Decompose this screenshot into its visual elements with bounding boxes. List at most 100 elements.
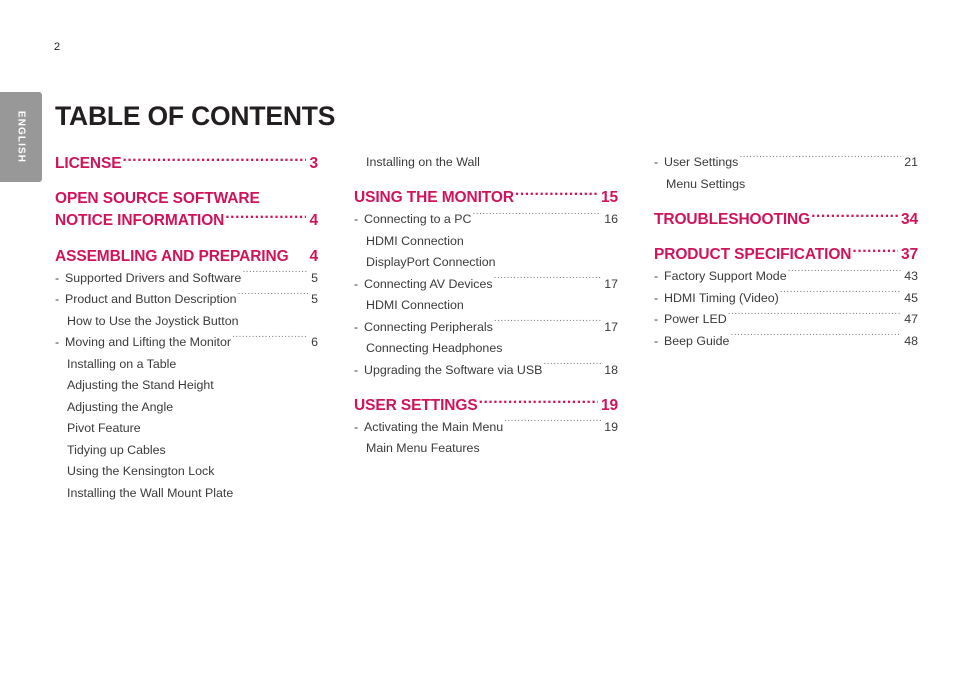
toc-page-number: 6 [311, 335, 318, 349]
toc-entry-label: Product and Button Description [65, 292, 237, 306]
toc-page-number: 19 [604, 419, 618, 434]
toc-leaf-entry[interactable]: Installing on a Table [55, 354, 330, 376]
toc-page-number: 16 [604, 212, 618, 226]
toc-dot-leader [739, 154, 901, 166]
toc-entry-label: USING THE MONITOR [354, 189, 514, 206]
toc-entry-label: HDMI Timing (Video) [664, 290, 779, 305]
bullet-dash-icon: - [354, 419, 359, 434]
toc-sub-entry[interactable]: -Upgrading the Software via USB 18 [354, 360, 618, 382]
toc-leaf-entry[interactable]: HDMI Connection [354, 231, 630, 253]
toc-entry-label: TROUBLESHOOTING [654, 210, 811, 228]
toc-sub-entry[interactable]: -User Settings 21 [654, 152, 918, 174]
toc-dot-leader [515, 187, 598, 203]
toc-sub-entry[interactable]: -Beep Guide 48 [654, 331, 918, 353]
toc-entry-label: Factory Support Mode [664, 269, 787, 283]
toc-sub-entry[interactable]: -Factory Support Mode 43 [654, 266, 918, 288]
toc-entry-label: Connecting Peripherals [364, 319, 493, 334]
toc-entry-label: Moving and Lifting the Monitor [65, 335, 231, 349]
toc-leaf-entry[interactable]: Installing on the Wall [354, 152, 630, 174]
toc-major-entry[interactable]: OPEN SOURCE SOFTWARE NOTICE INFORMATION 4 [55, 188, 318, 233]
toc-entry-label: Activating the Main Menu [364, 419, 504, 434]
toc-leaf-entry[interactable]: Connecting Headphones [354, 338, 630, 360]
toc-dot-leader [479, 394, 598, 410]
toc-dot-leader [780, 289, 901, 301]
bullet-dash-icon: - [55, 335, 60, 349]
toc-page-number: 5 [311, 292, 318, 306]
toc-dot-leader [122, 152, 306, 168]
toc-sub-entry[interactable]: -Connecting Peripherals 17 [354, 317, 618, 339]
toc-leaf-entry[interactable]: Tidying up Cables [55, 440, 330, 462]
toc-entry-label: PRODUCT SPECIFICATION [654, 246, 852, 263]
bullet-dash-icon: - [55, 292, 60, 306]
toc-leaf-entry[interactable]: Adjusting the Angle [55, 397, 330, 419]
bullet-dash-icon: - [654, 290, 659, 305]
toc-entry-label: Connecting AV Devices [364, 276, 493, 291]
bullet-dash-icon: - [354, 212, 359, 226]
bullet-dash-icon: - [354, 276, 359, 291]
toc-page-number: 18 [604, 362, 618, 377]
toc-sub-entry[interactable]: -HDMI Timing (Video) 45 [654, 288, 918, 310]
toc-major-entry[interactable]: USER SETTINGS 19 [354, 394, 618, 417]
toc-page-number: 3 [309, 154, 318, 172]
toc-entry-label: Supported Drivers and Software [65, 270, 242, 285]
toc-sub-entry[interactable]: -Connecting AV Devices 17 [354, 274, 618, 296]
toc-sub-entry[interactable]: -Moving and Lifting the Monitor 6 [55, 332, 318, 354]
toc-entry-label: ASSEMBLING AND PREPARING [55, 247, 289, 265]
toc-leaf-entry[interactable]: Menu Settings [654, 174, 930, 196]
toc-page-number: 37 [900, 246, 918, 263]
toc-dot-leader [225, 210, 306, 226]
toc-dot-leader [788, 268, 902, 280]
toc-sub-entry[interactable]: -Activating the Main Menu 19 [354, 417, 618, 439]
toc-dot-leader [504, 418, 601, 430]
bullet-dash-icon: - [55, 270, 60, 285]
bullet-dash-icon: - [654, 269, 659, 283]
toc-entry-label: Upgrading the Software via USB [364, 362, 543, 377]
toc-dot-leader [232, 334, 308, 346]
toc-dot-leader [494, 318, 601, 330]
toc-page-number: 4 [309, 212, 318, 229]
toc-entry-label: Connecting to a PC [364, 212, 472, 226]
toc-leaf-entry[interactable]: Installing the Wall Mount Plate [55, 483, 330, 505]
toc-leaf-entry[interactable]: HDMI Connection [354, 295, 630, 317]
toc-column-3: -User Settings21Menu SettingsTROUBLESHOO… [654, 152, 918, 352]
toc-leaf-entry[interactable]: Adjusting the Stand Height [55, 375, 330, 397]
toc-page-number: 43 [904, 269, 918, 283]
toc-entry-label: Power LED [664, 312, 727, 326]
toc-column-2: Installing on the WallUSING THE MONITOR1… [354, 152, 618, 460]
toc-major-entry[interactable]: LICENSE 3 [55, 152, 318, 175]
toc-dot-leader [472, 211, 601, 223]
toc-entry-label: User Settings [664, 155, 739, 169]
toc-entry-label: LICENSE [55, 154, 122, 172]
bullet-dash-icon: - [654, 312, 659, 326]
toc-page-number: 34 [900, 210, 918, 228]
toc-leaf-entry[interactable]: Main Menu Features [354, 438, 630, 460]
toc-sub-entry[interactable]: -Supported Drivers and Software 5 [55, 268, 318, 290]
toc-dot-leader [730, 332, 901, 344]
bullet-dash-icon: - [654, 155, 659, 169]
toc-page-number: 47 [904, 312, 918, 326]
toc-sub-entry[interactable]: -Power LED 47 [654, 309, 918, 331]
toc-dot-leader [852, 244, 898, 260]
toc-entry-label: USER SETTINGS [354, 396, 478, 414]
toc-dot-leader [242, 269, 308, 281]
toc-page-number: 15 [600, 189, 618, 206]
toc-dot-leader [811, 208, 898, 224]
toc-entry-label-line1: OPEN SOURCE SOFTWARE [55, 189, 260, 207]
toc-leaf-entry[interactable]: Using the Kensington Lock [55, 461, 330, 483]
toc-major-entry[interactable]: PRODUCT SPECIFICATION 37 [654, 244, 918, 267]
language-tab-label: ENGLISH [15, 110, 27, 164]
toc-entry-label: NOTICE INFORMATION [55, 212, 225, 229]
toc-major-entry[interactable]: ASSEMBLING AND PREPARING 4 [55, 245, 318, 268]
toc-sub-entry[interactable]: -Product and Button Description 5 [55, 289, 318, 311]
toc-major-entry[interactable]: USING THE MONITOR 15 [354, 187, 618, 210]
toc-sub-entry[interactable]: -Connecting to a PC 16 [354, 209, 618, 231]
toc-leaf-entry[interactable]: How to Use the Joystick Button [55, 311, 330, 333]
bullet-dash-icon: - [354, 319, 359, 334]
toc-page-number: 21 [904, 155, 918, 169]
page-title: TABLE OF CONTENTS [55, 100, 336, 131]
toc-leaf-entry[interactable]: DisplayPort Connection [354, 252, 630, 274]
toc-major-entry[interactable]: TROUBLESHOOTING 34 [654, 208, 918, 231]
toc-page-number: 45 [904, 290, 918, 305]
toc-page-number: 17 [604, 319, 618, 334]
toc-leaf-entry[interactable]: Pivot Feature [55, 418, 330, 440]
